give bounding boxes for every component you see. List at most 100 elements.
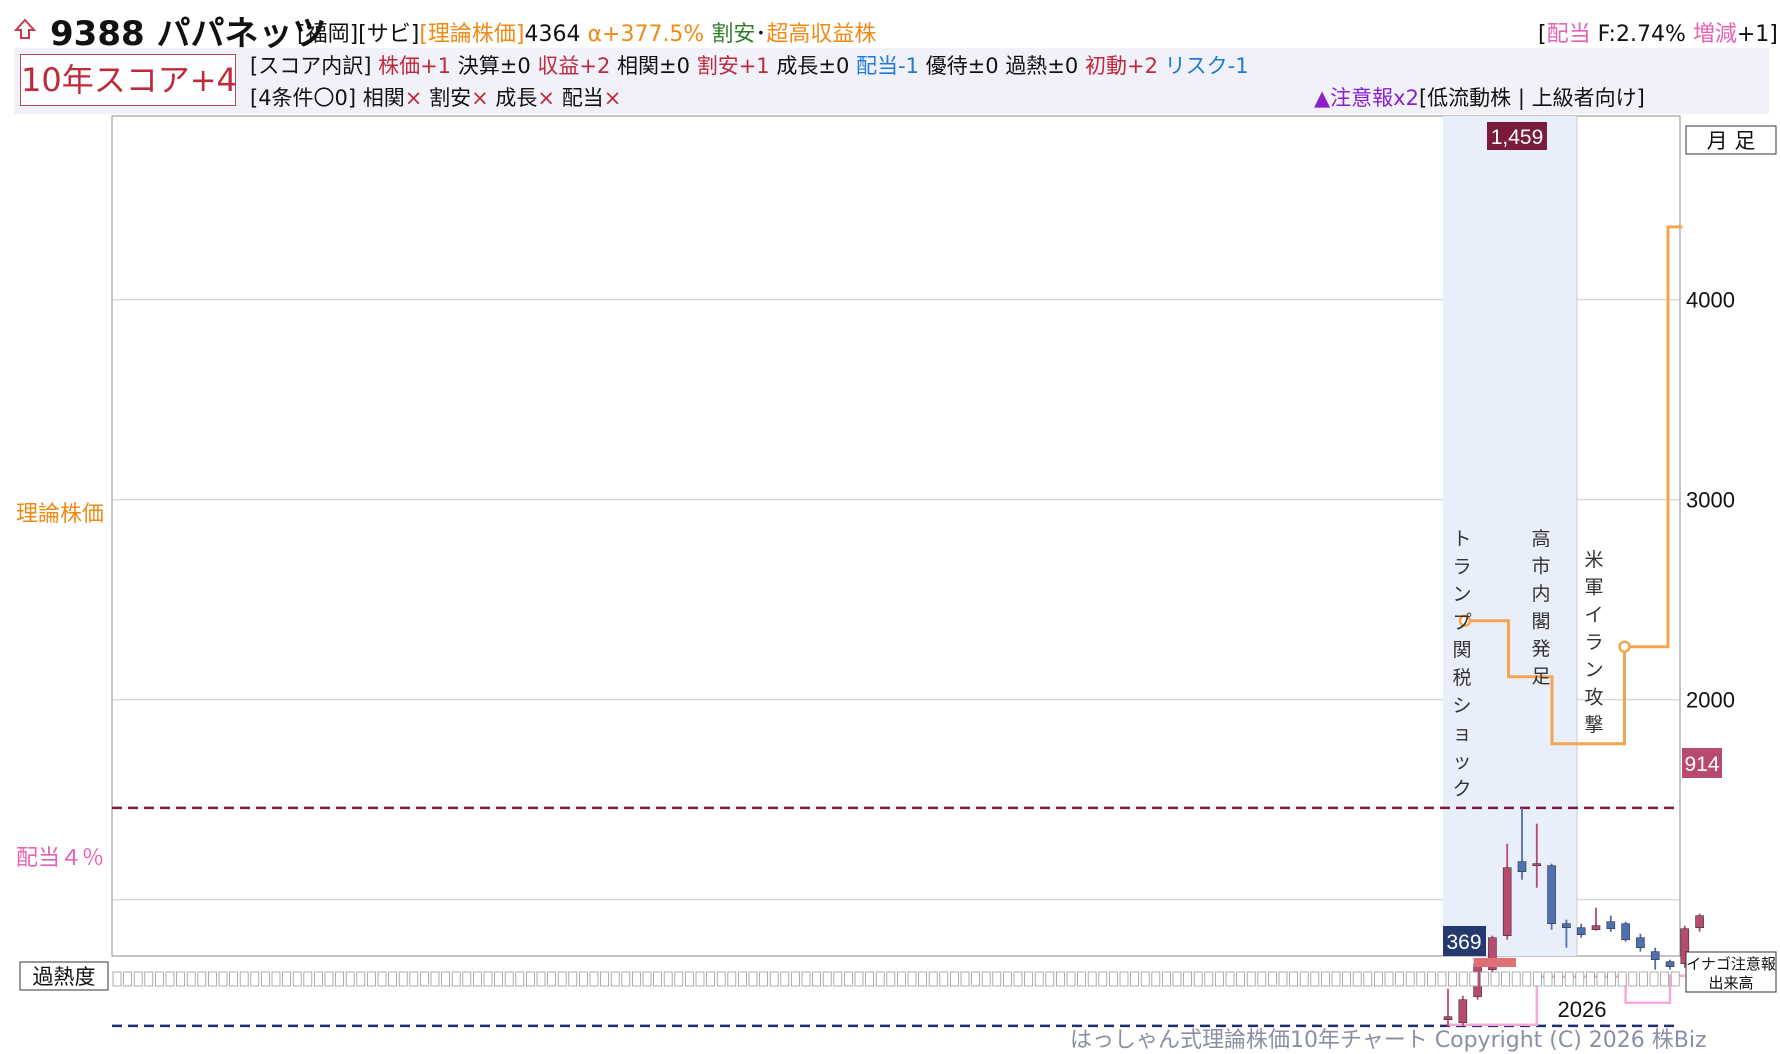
event-label-char: イ (1584, 604, 1603, 626)
candle (1547, 863, 1556, 930)
event-label-char: 発 (1531, 638, 1550, 660)
overheat-cell (1077, 971, 1086, 987)
overheat-cell (1639, 971, 1648, 987)
overheat-cell (748, 971, 758, 987)
overheat-label-box: 過熱度 (19, 961, 109, 991)
overheat-cell (1045, 971, 1055, 987)
candle (1488, 935, 1497, 974)
overheat-cell (1395, 971, 1404, 987)
overheat-cell (1162, 971, 1171, 987)
candle-body (1695, 915, 1704, 929)
overheat-cell (409, 971, 419, 987)
overheat-cell (1289, 971, 1298, 987)
event-label-char: ョ (1452, 723, 1471, 745)
overheat-cell (1554, 971, 1563, 987)
overheat-cell (960, 971, 970, 987)
event-label-char: 軍 (1584, 577, 1603, 599)
overheat-cell (186, 971, 196, 987)
overheat-cell (992, 971, 1002, 987)
event-label-char: ラ (1584, 632, 1603, 654)
candle-body (1517, 861, 1527, 873)
candle-body (1650, 951, 1660, 961)
event-label-char: ン (1452, 584, 1471, 606)
overheat-cell (356, 971, 366, 987)
overheat-cell (1215, 971, 1224, 987)
overheat-cell (303, 971, 313, 987)
overheat-bar (1473, 958, 1516, 967)
overheat-cell (260, 971, 270, 987)
overheat-cell (377, 971, 387, 987)
overheat-cell (1448, 971, 1457, 987)
overheat-cell (706, 971, 715, 987)
overheat-cell (1575, 971, 1585, 987)
event-label-char: 足 (1531, 666, 1550, 688)
event-label-char: 攻 (1584, 687, 1603, 709)
overheat-cell (462, 971, 472, 987)
inago-box: イナゴ注意報出来高 (1685, 951, 1777, 993)
overheat-cell (1003, 971, 1012, 987)
overheat-cell (1628, 971, 1638, 987)
overheat-cell (1119, 971, 1129, 987)
overheat-cell (282, 971, 292, 987)
overheat-cell (451, 971, 461, 987)
overheat-cell (1480, 971, 1489, 987)
copyright: はっしゃん式理論株価10年チャート Copyright (C) 2026 株Bi… (1070, 1028, 1707, 1053)
overheat-cell (1109, 971, 1118, 987)
candle-body (1458, 999, 1468, 1024)
overheat-cell (1405, 971, 1415, 987)
event-label-char: プ (1452, 611, 1471, 633)
overheat-cell (939, 971, 949, 987)
overheat-cell (1416, 971, 1426, 987)
overheat-cell (822, 971, 832, 987)
event-label-char: シ (1452, 695, 1471, 717)
y-tick-label: 4000 (1686, 288, 1735, 313)
overheat-cell (1522, 971, 1532, 987)
overheat-cell (1151, 971, 1161, 987)
overheat-cell (844, 971, 853, 987)
overheat-cell (313, 971, 323, 987)
overheat-cell (335, 971, 345, 987)
overheat-cell (663, 971, 673, 987)
period-selector[interactable]: 月 足 (1685, 125, 1777, 155)
overheat-cell (229, 971, 239, 987)
overheat-cell (536, 971, 546, 987)
event-label-char: 市 (1531, 556, 1550, 578)
overheat-cell (1321, 971, 1330, 987)
overheat-cell (1649, 971, 1659, 987)
candle (1621, 921, 1630, 942)
last-price-label: 914 (1684, 753, 1719, 776)
overheat-cell (1098, 971, 1108, 987)
overheat-cell (271, 971, 281, 987)
overheat-cell (875, 971, 885, 987)
overheat-cell (1352, 971, 1362, 987)
overheat-cell (621, 971, 631, 987)
overheat-cell (1660, 971, 1669, 987)
overheat-cell (504, 971, 514, 987)
overheat-cell (483, 971, 493, 987)
overheat-cell (197, 971, 207, 987)
overheat-cell (727, 971, 737, 987)
overheat-cell (419, 971, 429, 987)
candle-body (1502, 867, 1512, 937)
event-label-char: ト (1452, 528, 1471, 550)
overheat-cell (165, 971, 175, 987)
overheat-cell (971, 971, 980, 987)
overheat-cell (1056, 971, 1065, 987)
volume-label: 出来高 (1708, 974, 1753, 992)
candle-body (1562, 923, 1571, 929)
candle-body (1576, 927, 1586, 936)
overheat-cell (176, 971, 186, 987)
overheat-cell (738, 971, 747, 987)
overheat-cell (1066, 971, 1076, 987)
overheat-cell (1596, 971, 1606, 987)
overheat-cell (239, 971, 249, 987)
overheat-cell (1458, 971, 1468, 987)
overheat-cell (780, 971, 790, 987)
overheat-cell (610, 971, 620, 987)
overheat-cell (547, 971, 556, 987)
overheat-cell (1034, 971, 1044, 987)
candle-body (1636, 937, 1645, 949)
overheat-cell (1130, 971, 1139, 987)
candle (1695, 913, 1704, 932)
overheat-cell (366, 971, 376, 987)
